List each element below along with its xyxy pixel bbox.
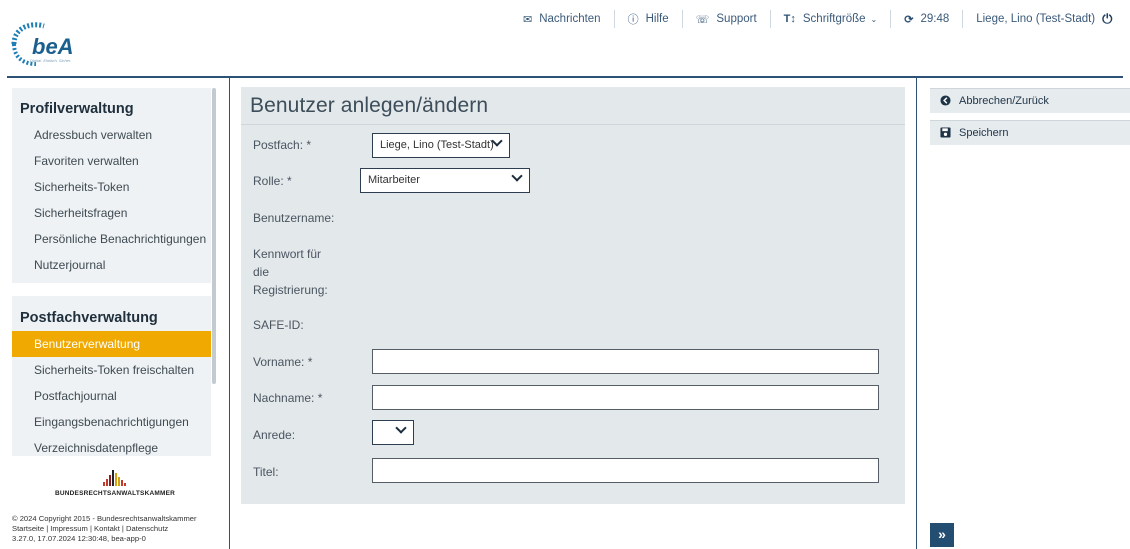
refresh-icon: ⟳ xyxy=(904,13,914,26)
footer-link-impressum[interactable]: Impressum xyxy=(50,524,88,533)
messages-label: Nachrichten xyxy=(539,13,601,25)
footer-link-datenschutz[interactable]: Datenschutz xyxy=(126,524,168,533)
anrede-select[interactable] xyxy=(372,420,414,445)
save-button[interactable]: Speichern xyxy=(930,120,1130,145)
actions-divider xyxy=(916,76,917,549)
timer-value: 29:48 xyxy=(920,13,950,25)
benutzername-label: Benutzername: xyxy=(253,211,335,225)
back-label: Abbrechen/Zurück xyxy=(959,95,1049,107)
rolle-label: Rolle: * xyxy=(253,174,292,188)
vorname-label: Vorname: * xyxy=(253,355,313,369)
logo-tagline: Digital. Einfach. Sicher. xyxy=(30,58,72,63)
support-label: Support xyxy=(716,13,757,25)
user-form-panel: Benutzer anlegen/ändern Postfach: * Lieg… xyxy=(241,87,905,504)
kennwort-label-line2: die xyxy=(253,265,270,279)
nachname-input[interactable] xyxy=(372,385,879,410)
sidebar-item-benachrichtigungen[interactable]: Persönliche Benachrichtigungen xyxy=(12,226,211,252)
chevron-down-icon xyxy=(511,170,523,182)
support-link[interactable]: ☏ Support xyxy=(683,13,770,26)
kennwort-label-line1: Kennwort für xyxy=(253,247,322,261)
copyright-text: © 2024 Copyright 2015 - Bundesrechtsanwa… xyxy=(12,514,197,523)
footer: © 2024 Copyright 2015 - Bundesrechtsanwa… xyxy=(12,514,227,544)
footer-link-startseite[interactable]: Startseite xyxy=(12,524,44,533)
anrede-label: Anrede: xyxy=(253,428,296,442)
power-icon[interactable]: ⏻ xyxy=(1102,11,1112,27)
logo-text: beA xyxy=(32,34,74,59)
back-button[interactable]: Abbrechen/Zurück xyxy=(930,88,1130,113)
question-circle-icon: ⓘ xyxy=(627,14,639,26)
sidebar-item-postfachjournal[interactable]: Postfachjournal xyxy=(12,383,211,409)
session-timer[interactable]: ⟳ 29:48 xyxy=(891,13,962,26)
user-menu[interactable]: Liege, Lino (Test-Stadt) ⏻ xyxy=(963,11,1125,27)
sidebar-item-benutzerverwaltung[interactable]: Benutzerverwaltung xyxy=(12,331,211,357)
top-navigation: ✉ Nachrichten ⓘ Hilfe ☏ Support T↕ Schri… xyxy=(510,10,1130,28)
postfach-value: Liege, Lino (Test-Stadt) xyxy=(380,139,494,151)
postfach-section: Postfachverwaltung Benutzerverwaltung Si… xyxy=(12,296,211,456)
help-link[interactable]: ⓘ Hilfe xyxy=(615,11,682,27)
rolle-select[interactable]: Mitarbeiter xyxy=(360,168,530,193)
sidebar-item-sicherheitsfragen[interactable]: Sicherheitsfragen xyxy=(12,200,211,226)
nachname-label: Nachname: * xyxy=(253,391,323,405)
version-text: 3.27.0, 17.07.2024 12:30:48, bea-app-0 xyxy=(12,534,146,543)
chevron-down-icon: ⌄ xyxy=(870,14,878,24)
brak-name: BUNDESRECHTSANWALTSKAMMER xyxy=(54,490,176,497)
double-chevron-right-icon: » xyxy=(938,526,946,542)
sidebar-item-eingangsbenachrichtigungen[interactable]: Eingangsbenachrichtigungen xyxy=(12,409,211,435)
sidebar-item-sicherheits-token[interactable]: Sicherheits-Token xyxy=(12,174,211,200)
page-title: Benutzer anlegen/ändern xyxy=(241,87,905,125)
footer-link-kontakt[interactable]: Kontakt xyxy=(94,524,120,533)
footer-links: Startseite | Impressum | Kontakt | Daten… xyxy=(12,524,169,533)
sidebar-item-verzeichnisdatenpflege[interactable]: Verzeichnisdatenpflege xyxy=(12,435,211,461)
safe-id-label: SAFE-ID: xyxy=(253,318,304,332)
sidebar-scrollbar[interactable] xyxy=(212,88,216,384)
messages-link[interactable]: ✉ Nachrichten xyxy=(510,13,614,26)
save-label: Speichern xyxy=(959,127,1009,139)
vorname-input[interactable] xyxy=(372,349,879,374)
arrow-left-circle-icon xyxy=(940,95,951,106)
help-label: Hilfe xyxy=(645,13,669,25)
text-size-icon: T↕ xyxy=(783,13,796,25)
titel-label: Titel: xyxy=(253,465,279,479)
support-icon: ☏ xyxy=(695,13,710,26)
brak-logo[interactable]: BUNDESRECHTSANWALTSKAMMER xyxy=(30,468,200,497)
envelope-icon: ✉ xyxy=(523,13,533,26)
rolle-value: Mitarbeiter xyxy=(368,174,420,186)
sidebar-item-token-freischalten[interactable]: Sicherheits-Token freischalten xyxy=(12,357,211,383)
font-size-menu[interactable]: T↕ Schriftgröße ⌄ xyxy=(771,13,891,25)
profil-section: Profilverwaltung Adressbuch verwalten Fa… xyxy=(12,88,211,283)
postfach-label: Postfach: * xyxy=(253,138,312,152)
sidebar-divider xyxy=(229,76,230,549)
profil-heading: Profilverwaltung xyxy=(20,101,134,117)
kennwort-label-line3: Registrierung: xyxy=(253,283,328,297)
sidebar: Profilverwaltung Adressbuch verwalten Fa… xyxy=(12,88,211,456)
postfach-heading: Postfachverwaltung xyxy=(20,310,158,326)
user-name: Liege, Lino (Test-Stadt) xyxy=(976,13,1096,25)
header-divider xyxy=(7,76,1123,78)
postfach-select[interactable]: Liege, Lino (Test-Stadt) xyxy=(372,133,510,158)
brak-bars-icon xyxy=(28,468,200,486)
titel-input[interactable] xyxy=(372,458,879,483)
floppy-disk-icon xyxy=(940,127,951,138)
expand-panel-button[interactable]: » xyxy=(930,523,954,547)
sidebar-item-favoriten[interactable]: Favoriten verwalten xyxy=(12,148,211,174)
chevron-down-icon xyxy=(395,422,407,434)
app-header: beA Digital. Einfach. Sicher. ✉ Nachrich… xyxy=(0,0,1130,76)
font-size-label: Schriftgröße xyxy=(802,13,866,25)
sidebar-item-adressbuch[interactable]: Adressbuch verwalten xyxy=(12,122,211,148)
sidebar-item-nutzerjournal[interactable]: Nutzerjournal xyxy=(12,252,211,278)
